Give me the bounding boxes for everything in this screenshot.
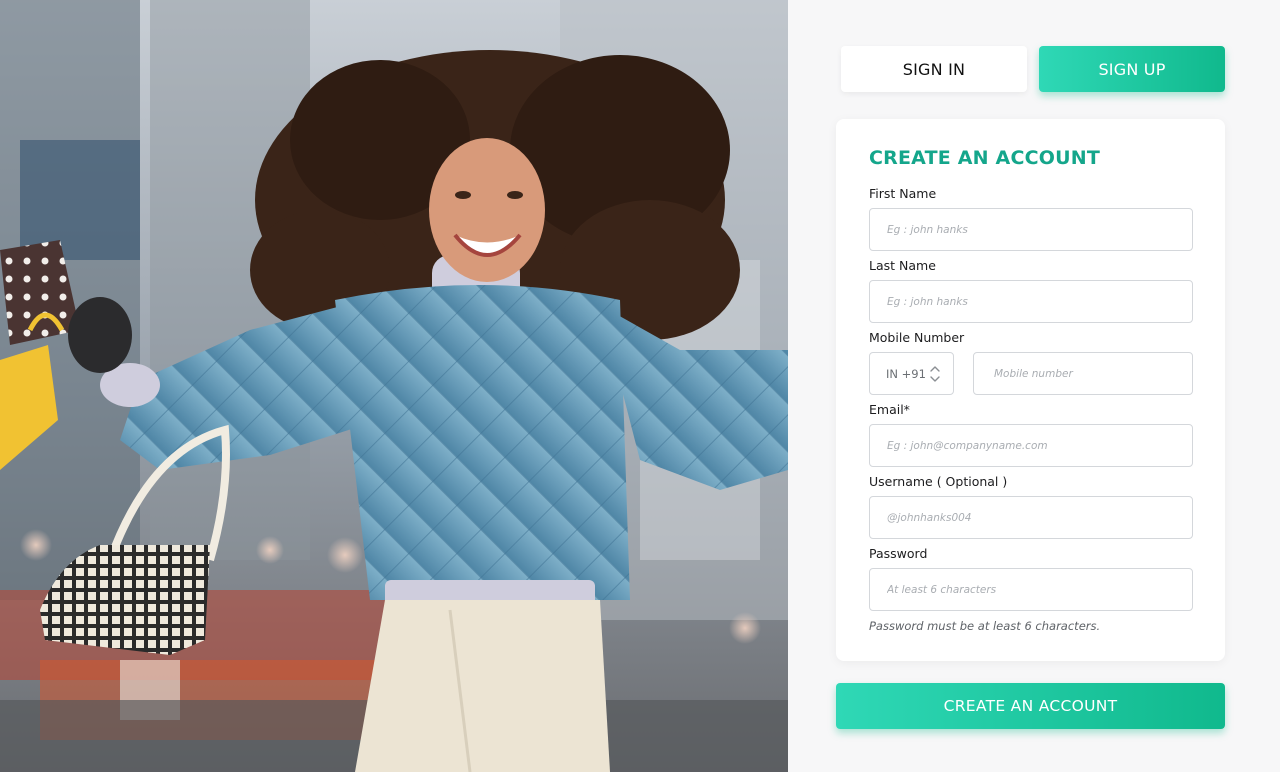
- create-account-button[interactable]: CREATE AN ACCOUNT: [836, 683, 1225, 729]
- email-label: Email*: [869, 402, 910, 417]
- chevron-up-down-icon: [930, 366, 940, 382]
- password-label: Password: [869, 546, 928, 561]
- username-input[interactable]: [869, 496, 1193, 539]
- first-name-input[interactable]: [869, 208, 1193, 251]
- last-name-input[interactable]: [869, 280, 1193, 323]
- username-label: Username ( Optional ): [869, 474, 1008, 489]
- form-title: CREATE AN ACCOUNT: [869, 147, 1100, 169]
- last-name-label: Last Name: [869, 258, 936, 273]
- country-code-select[interactable]: IN +91: [869, 352, 954, 395]
- hero-photo: [0, 0, 788, 772]
- password-hint: Password must be at least 6 characters.: [869, 619, 1101, 633]
- first-name-label: First Name: [869, 186, 937, 201]
- tab-sign-up[interactable]: SIGN UP: [1039, 46, 1225, 92]
- auth-panel: SIGN IN SIGN UP CREATE AN ACCOUNT First …: [788, 0, 1280, 772]
- tab-sign-in[interactable]: SIGN IN: [841, 46, 1027, 92]
- country-code-value: IN +91: [886, 366, 926, 381]
- mobile-number-input[interactable]: [973, 352, 1193, 395]
- mobile-number-label: Mobile Number: [869, 330, 965, 345]
- password-input[interactable]: [869, 568, 1193, 611]
- email-input[interactable]: [869, 424, 1193, 467]
- signup-page: SIGN IN SIGN UP CREATE AN ACCOUNT First …: [0, 0, 1280, 772]
- signup-form-card: CREATE AN ACCOUNT First Name Last Name M…: [836, 119, 1225, 661]
